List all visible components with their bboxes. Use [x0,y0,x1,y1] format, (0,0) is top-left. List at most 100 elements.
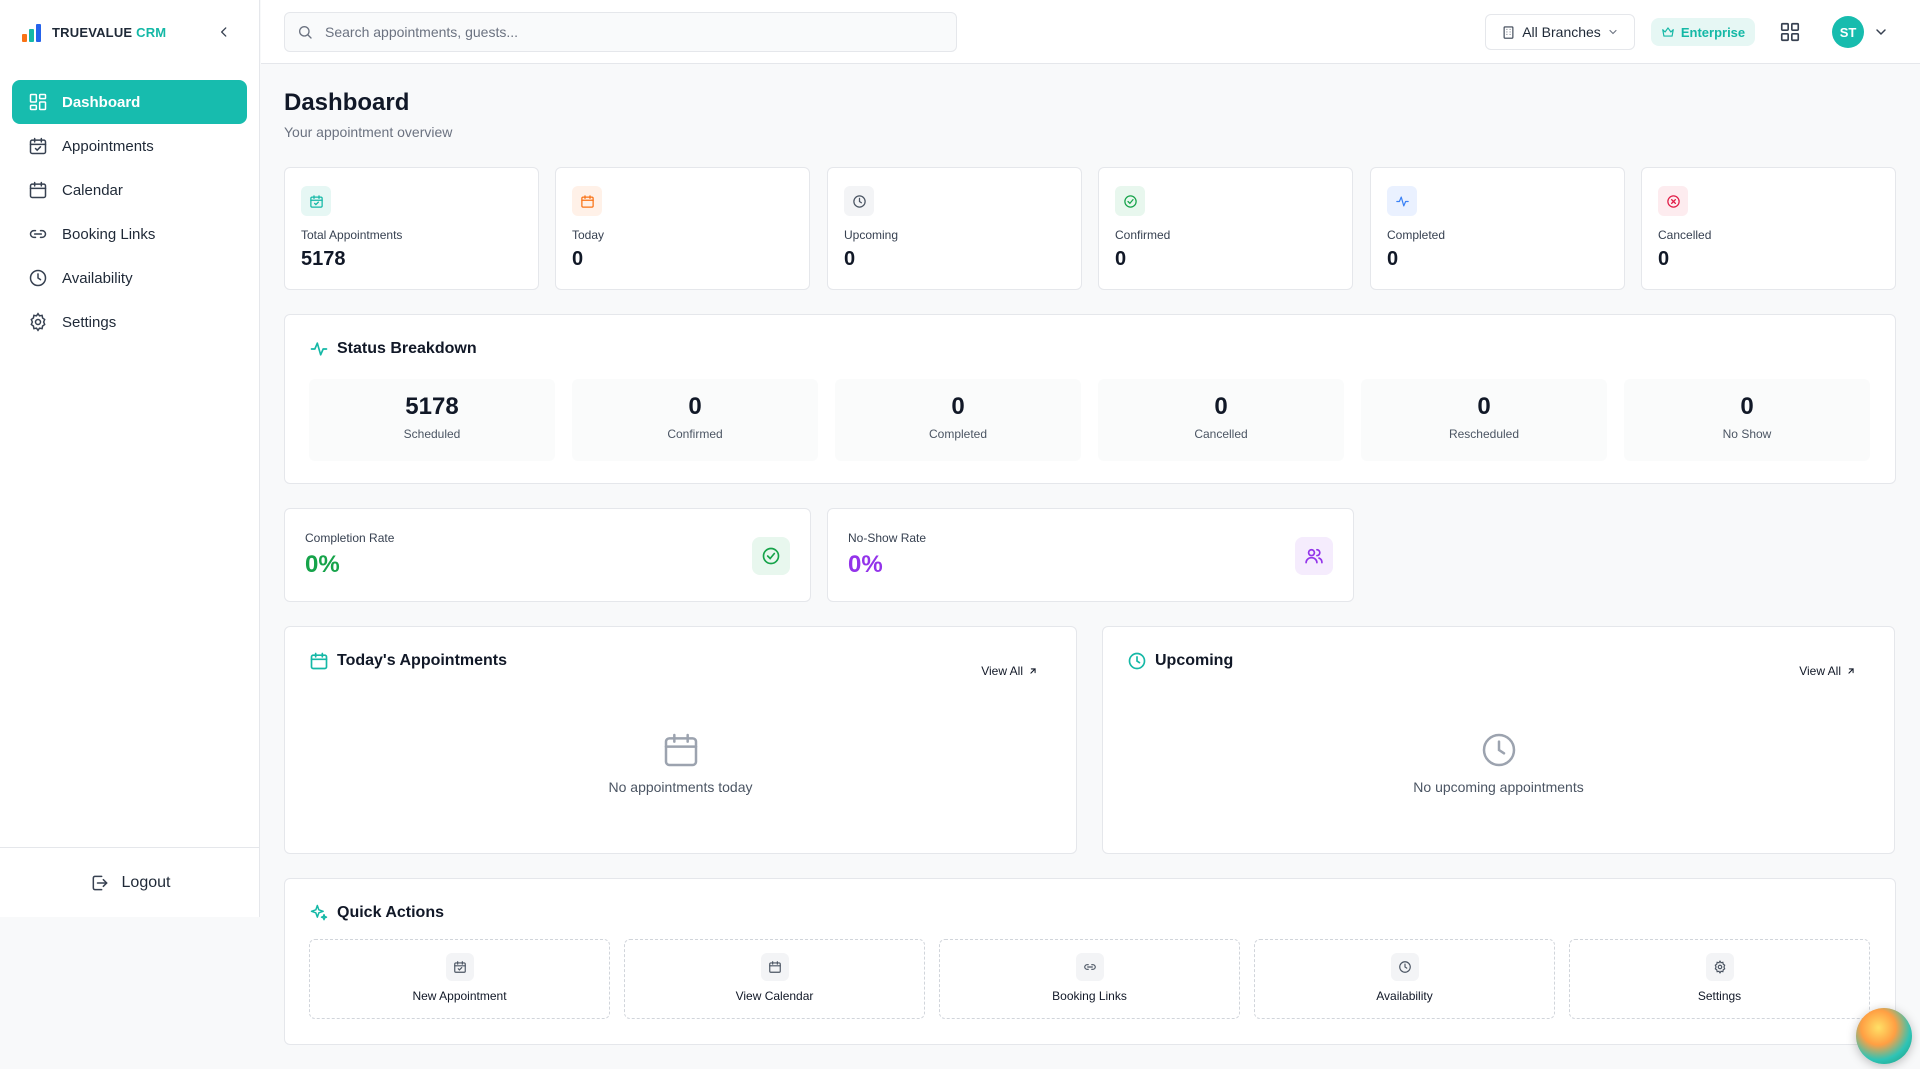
chevron-down-icon[interactable] [1873,24,1889,40]
section-title: Quick Actions [309,903,444,923]
sidebar-item-label: Settings [62,313,117,331]
branch-select[interactable]: All Branches [1485,14,1635,50]
sidebar-item-booking-links[interactable]: Booking Links [12,212,247,256]
sidebar-item-label: Appointments [62,137,154,155]
rate-value: 0% [848,551,883,578]
chevron-down-icon [1609,29,1617,35]
stat-value: 0 [1658,248,1670,270]
gear-icon [1705,953,1734,981]
plan-badge[interactable]: Enterprise [1651,18,1755,46]
sidebar-item-settings[interactable]: Settings [12,300,247,344]
calendar-empty-icon [664,733,697,767]
stat-value: 0 [1115,248,1127,270]
clock-empty-icon [1482,733,1515,767]
sidebar-footer: Logout [0,847,260,917]
stat-card-upcoming: Upcoming 0 [827,167,1082,290]
quick-action-view-calendar[interactable]: View Calendar [624,939,925,1019]
sparkles-icon [310,904,328,921]
calendar-icon [29,181,47,199]
brand[interactable]: TRUEVALUE CRM [22,20,166,44]
link-icon [29,229,47,239]
calendar-check-icon [301,186,331,216]
stat-value: 5178 [301,248,346,270]
stat-value: 0 [844,248,856,270]
plan-badge-label: Enterprise [1680,24,1746,40]
logout-button[interactable]: Logout [90,873,170,893]
crown-icon [1662,27,1674,37]
apps-menu-button[interactable] [1779,21,1801,43]
breakdown-item-cancelled: 0 Cancelled [1098,379,1344,461]
sidebar-item-label: Calendar [62,181,123,199]
section-title: Status Breakdown [309,339,477,359]
breakdown-value: 0 [951,393,965,420]
breakdown-item-confirmed: 0 Confirmed [572,379,818,461]
sidebar-item-label: Booking Links [62,225,156,243]
stat-card-completed: Completed 0 [1370,167,1625,290]
stat-value: 0 [572,248,584,270]
page-subtitle: Your appointment overview [284,124,453,140]
sidebar-item-label: Availability [62,269,133,287]
empty-state-text: No upcoming appointments [1413,779,1584,795]
breakdown-value: 0 [1214,393,1228,420]
no-show-rate-card: No-Show Rate 0% [827,508,1354,602]
quick-action-label: Booking Links [1052,989,1127,1003]
rate-label: Completion Rate [305,531,395,545]
breakdown-value: 5178 [405,393,459,420]
collapse-sidebar-button[interactable] [212,20,236,44]
breakdown-value: 0 [688,393,702,420]
stat-card-total: Total Appointments 5178 [284,167,539,290]
clock-icon [1390,953,1419,981]
search-icon [299,26,312,39]
quick-actions: Quick Actions New Appointment View Calen… [284,878,1896,1045]
activity-icon [310,342,328,356]
building-icon [1503,25,1514,39]
clock-icon [844,186,874,216]
clock-icon [29,269,47,287]
breakdown-label: Scheduled [403,427,461,441]
assistant-fab-button[interactable] [1856,1008,1912,1064]
avatar[interactable]: ST [1832,16,1864,48]
view-all-link[interactable]: View All [981,664,1038,678]
search-box[interactable] [284,12,957,52]
sidebar-item-availability[interactable]: Availability [12,256,247,300]
chevron-left-icon [221,27,227,37]
quick-action-settings[interactable]: Settings [1569,939,1870,1019]
activity-icon [1387,186,1417,216]
sidebar-item-label: Dashboard [62,93,141,111]
x-circle-icon [1658,186,1688,216]
upcoming-appointments-card: Upcoming View All No upcoming appointmen… [1102,626,1895,854]
stat-card-cancelled: Cancelled 0 [1641,167,1896,290]
gear-icon [30,312,46,332]
branch-select-value: All Branches [1522,24,1601,40]
brand-name: TRUEVALUE CRM [52,24,167,40]
sidebar-item-dashboard[interactable]: Dashboard [12,80,247,124]
breakdown-item-rescheduled: 0 Rescheduled [1361,379,1607,461]
stat-label: Today [572,228,605,242]
quick-action-label: New Appointment [412,989,507,1003]
breakdown-item-completed: 0 Completed [835,379,1081,461]
users-icon [1295,537,1333,575]
breakdown-label: No Show [1722,427,1772,441]
logout-icon [92,875,107,890]
breakdown-value: 0 [1477,393,1491,420]
breakdown-label: Cancelled [1194,427,1248,441]
section-title: Today's Appointments [309,651,507,671]
rate-value: 0% [305,551,340,578]
quick-action-availability[interactable]: Availability [1254,939,1555,1019]
quick-action-new-appointment[interactable]: New Appointment [309,939,610,1019]
breakdown-label: Completed [928,427,988,441]
quick-action-booking-links[interactable]: Booking Links [939,939,1240,1019]
search-input[interactable] [325,24,925,40]
sidebar-item-calendar[interactable]: Calendar [12,168,247,212]
stat-label: Upcoming [844,228,899,242]
stat-label: Total Appointments [301,228,403,242]
stat-label: Completed [1387,228,1446,242]
breakdown-label: Confirmed [667,427,723,441]
sidebar-item-appointments[interactable]: Appointments [12,124,247,168]
todays-appointments-card: Today's Appointments View All No appoint… [284,626,1077,854]
view-all-link[interactable]: View All [1799,664,1856,678]
arrow-up-right-icon [1030,668,1036,674]
stat-label: Cancelled [1658,228,1712,242]
quick-action-label: View Calendar [735,989,814,1003]
calendar-check-icon [29,137,47,155]
